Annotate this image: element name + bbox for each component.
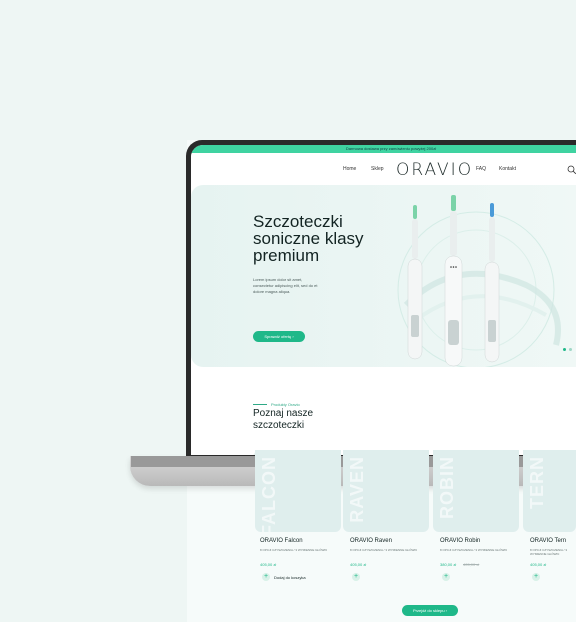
hero-cta-button[interactable]: Sprawdź ofertę › xyxy=(253,331,305,342)
arrow-right-icon: › xyxy=(445,608,448,613)
hero-text: Lorem ipsum dolor sit amet, consectetur … xyxy=(253,277,318,294)
product-name[interactable]: ORAVIO Robin xyxy=(440,538,480,544)
shop-button-label: Przejdź do sklepu xyxy=(412,608,445,613)
product-options: 8 OPCJI CZYSZCZENIA / 3 WYMIENNE GŁÓWKI xyxy=(260,548,328,552)
plus-icon[interactable]: + xyxy=(352,573,360,581)
nav-contact[interactable]: Kontakt xyxy=(499,166,516,172)
announcement-bar: Darmowa dostawa przy zamówieniu powyżej … xyxy=(191,145,576,153)
section-title: Poznaj nasze szczoteczki xyxy=(253,408,314,431)
product-vertical-text: TERN xyxy=(527,456,547,509)
hero-title: Szczoteczki soniczne klasy premium xyxy=(253,212,364,265)
carousel-dot[interactable] xyxy=(563,348,566,351)
product-name[interactable]: ORAVIO Falcon xyxy=(260,538,303,544)
nav-home[interactable]: Home xyxy=(343,166,356,172)
plus-icon[interactable]: + xyxy=(532,573,540,581)
toothbrush-center xyxy=(444,195,463,367)
logo[interactable]: ORAVIO xyxy=(396,160,473,180)
hero-banner: Szczoteczki soniczne klasy premium Lorem… xyxy=(191,185,576,367)
product-price: 405,00 zł xyxy=(350,562,367,567)
kicker-line xyxy=(253,404,267,405)
product-vertical-text: ROBIN xyxy=(437,456,457,519)
toothbrush-image xyxy=(397,195,561,367)
product-old-price: 405,00 zł xyxy=(463,562,480,567)
product-name[interactable]: ORAVIO Raven xyxy=(350,538,392,544)
product-image-raven[interactable]: RAVEN xyxy=(343,450,429,532)
go-to-shop-button[interactable]: Przejdź do sklepu › xyxy=(402,605,458,616)
toothbrush-right xyxy=(484,203,500,363)
laptop-screen: Darmowa dostawa przy zamówieniu powyżej … xyxy=(191,145,576,455)
product-options: 8 OPCJI CZYSZCZENIA / 3 WYMIENNE GŁÓWKI xyxy=(530,548,568,556)
product-name[interactable]: ORAVIO Tern xyxy=(530,538,566,544)
arrow-right-icon: › xyxy=(292,334,294,339)
nav-shop[interactable]: Sklep xyxy=(371,166,384,172)
add-to-cart-label[interactable]: Dodaj do koszyka xyxy=(274,575,306,580)
product-options: 8 OPCJI CZYSZCZENIA / 3 WYMIENNE GŁÓWKI xyxy=(440,548,508,552)
product-image-robin[interactable]: ROBIN xyxy=(433,450,519,532)
plus-icon[interactable]: + xyxy=(442,573,450,581)
toothbrush-left xyxy=(407,205,423,360)
plus-icon[interactable]: + xyxy=(262,573,270,581)
product-image-falcon[interactable]: FALCON xyxy=(255,450,341,532)
product-vertical-text: RAVEN xyxy=(347,456,367,523)
page: Darmowa dostawa przy zamówieniu powyżej … xyxy=(0,0,576,622)
nav-faq[interactable]: FAQ xyxy=(476,166,486,172)
product-price: 405,00 zł xyxy=(260,562,277,567)
cta-label: Sprawdź ofertę xyxy=(264,334,292,339)
product-price: 405,00 zł xyxy=(530,562,547,567)
product-vertical-text: FALCON xyxy=(259,456,279,532)
product-price: 380,00 zł xyxy=(440,562,457,567)
section-kicker: Produkty Oravio xyxy=(271,402,300,407)
carousel-dots[interactable] xyxy=(563,348,572,351)
product-image-tern[interactable]: TERN xyxy=(523,450,576,532)
site-header: Home Sklep ORAVIO FAQ Kontakt xyxy=(191,153,576,185)
carousel-dot[interactable] xyxy=(569,348,572,351)
product-options: 8 OPCJI CZYSZCZENIA / 3 WYMIENNE GŁÓWKI xyxy=(350,548,418,552)
search-icon[interactable] xyxy=(567,165,576,175)
